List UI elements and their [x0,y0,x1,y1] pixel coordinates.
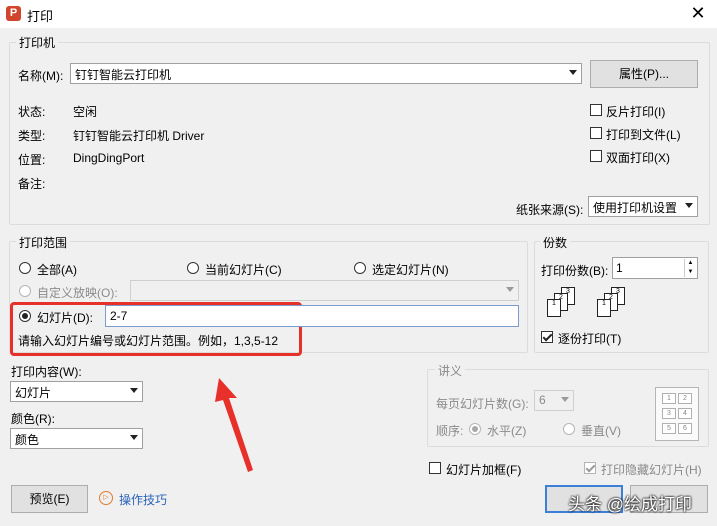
range-slides-radio[interactable] [19,310,31,322]
printer-name-label: 名称(M): [18,69,64,83]
type-label: 类型: [18,129,46,143]
chevron-down-icon [130,435,138,440]
chevron-down-icon [685,203,693,208]
frame-slides-checkbox[interactable] [429,462,441,474]
order-vertical-radio[interactable] [563,423,575,435]
handouts-title: 讲义 [435,362,466,379]
paper-source-label: 纸张来源(S): [516,203,584,217]
printer-name-value: 钉钉智能云打印机 [75,68,172,82]
wps-presentation-icon: P [6,6,21,21]
printer-group-title: 打印机 [16,34,59,51]
status-label: 状态: [18,105,46,119]
print-what-select[interactable]: 幻灯片 [10,381,143,402]
range-current-radio[interactable] [187,262,199,274]
handout-cell: 1 [662,393,676,404]
range-custom-show-label: 自定义放映(O): [37,286,118,300]
page-icon: 1 [597,299,611,317]
range-selected-label: 选定幻灯片(N) [372,263,449,277]
print-what-value: 幻灯片 [15,386,52,400]
close-icon[interactable]: ✕ [686,2,710,24]
order-label: 顺序: [436,424,464,438]
handout-cell: 2 [678,393,692,404]
status-value: 空闲 [73,105,98,119]
handout-cell: 6 [678,423,692,434]
reverse-print-checkbox[interactable] [590,104,602,116]
collate-label: 逐份打印(T) [558,332,622,346]
range-current-label: 当前幻灯片(C) [205,263,282,277]
paper-source-value: 使用打印机设置 [593,201,678,215]
copies-title: 份数 [540,234,571,251]
chevron-down-icon [561,397,569,402]
slides-range-input[interactable]: 2-7 [105,305,519,327]
preview-button[interactable]: 预览(E) [11,485,88,513]
custom-show-select[interactable] [130,280,519,301]
range-all-label: 全部(A) [37,263,77,277]
location-value: DingDingPort [73,151,145,165]
page-icon: 1 [547,299,561,317]
range-slides-label: 幻灯片(D): [37,311,93,325]
chevron-down-icon [506,287,514,292]
copies-count-value: 1 [616,261,623,275]
tips-link[interactable]: 操作技巧 [119,491,167,508]
handout-layout-preview: 1 2 3 4 5 6 [655,387,699,441]
order-horizontal-label: 水平(Z) [487,424,527,438]
copies-count-label: 打印份数(B): [541,264,609,278]
duplex-checkbox[interactable] [590,150,602,162]
title-bar: P 打印 ✕ [0,0,717,28]
handout-cell: 4 [678,408,692,419]
print-to-file-label: 打印到文件(L) [606,128,681,142]
order-horizontal-radio[interactable] [469,423,481,435]
chevron-down-icon [569,70,577,75]
duplex-label: 双面打印(X) [606,151,670,165]
order-vertical-label: 垂直(V) [581,424,621,438]
range-all-radio[interactable] [19,262,31,274]
type-value: 钉钉智能云打印机 Driver [73,129,205,143]
range-selected-radio[interactable] [354,262,366,274]
properties-button[interactable]: 属性(P)... [590,60,698,88]
slides-range-value: 2-7 [110,309,128,323]
chevron-down-icon [130,388,138,393]
play-icon[interactable]: ▷ [99,491,113,505]
color-select[interactable]: 颜色 [10,428,143,449]
per-page-label: 每页幻灯片数(G): [436,397,529,411]
reverse-print-label: 反片打印(I) [606,105,666,119]
print-hidden-label: 打印隐藏幻灯片(H) [601,463,702,477]
print-range-title: 打印范围 [16,234,71,251]
collate-stack-icon: 3 2 1 [545,287,585,323]
paper-source-select[interactable]: 使用打印机设置 [588,196,698,217]
handout-cell: 5 [662,423,676,434]
color-value: 颜色 [15,433,40,447]
location-label: 位置: [18,153,46,167]
print-hidden-checkbox[interactable] [584,462,596,474]
handout-cell: 3 [662,408,676,419]
color-label: 颜色(R): [11,412,55,426]
frame-slides-label: 幻灯片加框(F) [446,463,522,477]
collate-checkbox[interactable] [541,331,553,343]
print-to-file-checkbox[interactable] [590,127,602,139]
range-custom-show-radio[interactable] [19,285,31,297]
printer-name-select[interactable]: 钉钉智能云打印机 [70,63,582,84]
window-title: 打印 [27,9,54,24]
per-page-value: 6 [539,393,546,407]
collate-stack-icon: 3 2 1 [595,287,635,323]
comment-label: 备注: [18,177,46,191]
print-what-label: 打印内容(W): [11,365,82,379]
watermark-text: 头条 @绘成打印 [568,495,692,514]
annotation-arrow-icon [215,378,253,472]
copies-count-spinner[interactable]: 1 ▲ ▼ [612,257,698,279]
spin-up-icon[interactable]: ▲ [684,259,696,268]
range-hint-text: 请输入幻灯片编号或幻灯片范围。例如，1,3,5-12 [18,334,279,348]
print-dialog: 打印机 名称(M): 钉钉智能云打印机 属性(P)... 状态: 空闲 类型: … [0,28,717,526]
per-page-select[interactable]: 6 [534,390,574,411]
spin-down-icon[interactable]: ▼ [684,268,696,277]
